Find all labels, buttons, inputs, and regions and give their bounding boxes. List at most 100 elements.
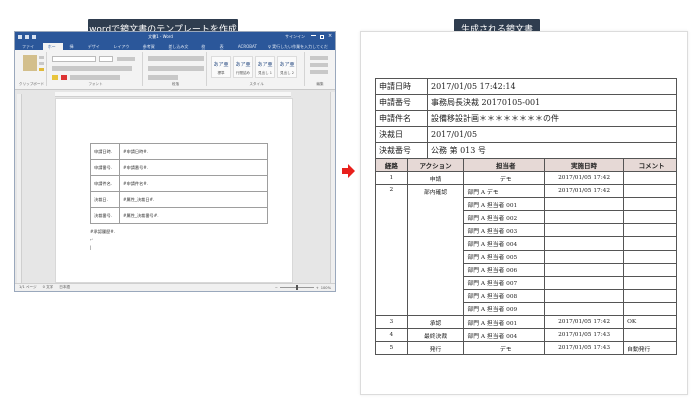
signin-link[interactable]: サインイン [285, 34, 305, 40]
assignee-cell: 部門 A 担当者 001 [463, 315, 545, 330]
table-row: 1 申請 デモ 2017/01/05 17:42 [375, 170, 677, 186]
style-sample: あア亜 [213, 62, 229, 68]
column-header: 実施日時 [543, 158, 625, 172]
route-cell: 5 [375, 341, 408, 356]
tab-design[interactable]: デザイン [83, 43, 108, 54]
style-normal[interactable]: あア亜 標準 [211, 56, 231, 78]
format-painter-icon[interactable] [39, 68, 44, 71]
minimize-icon[interactable] [311, 34, 316, 36]
template-placeholder[interactable]: #属性_決裁番号#. [119, 207, 268, 224]
font-size-select[interactable] [99, 56, 113, 62]
table-row: 決裁番号. #属性_決裁番号#. [90, 207, 268, 224]
comment-cell [623, 184, 677, 199]
tab-mailings[interactable]: 差し込み文書 [163, 43, 195, 54]
tab-insert[interactable]: 挿入 [64, 43, 81, 54]
font-size-buttons[interactable] [117, 57, 135, 61]
comment-cell [623, 249, 677, 264]
save-icon[interactable] [18, 34, 22, 39]
quick-access-toolbar [18, 34, 36, 39]
generated-document: 申請日時 2017/01/05 17:42:14 申請番号 事務局長決裁 20170… [360, 31, 688, 395]
action-cell: 申請 [406, 170, 465, 186]
datetime-cell [543, 223, 625, 238]
editing-label: 編集 [316, 82, 324, 86]
style-heading-2[interactable]: あア亜 見出し 2 [277, 56, 297, 78]
style-sample: あア亜 [257, 62, 273, 68]
datetime-cell: 2017/01/05 17:42 [543, 315, 625, 330]
datetime-cell [543, 210, 625, 225]
font-format-buttons[interactable] [52, 66, 132, 71]
assignee-cell: 部門 A 担当者 006 [463, 262, 545, 277]
list-buttons[interactable] [148, 56, 204, 61]
tell-me-box[interactable]: ♀ 実行したい作業を入力してください [263, 43, 335, 54]
info-value: 公務 第 013 号 [427, 142, 677, 159]
zoom-in-icon[interactable]: + [316, 286, 319, 290]
zoom-slider[interactable] [279, 285, 314, 290]
replace-button[interactable] [310, 63, 328, 67]
align-buttons[interactable] [148, 66, 204, 71]
zoom-out-icon[interactable]: − [275, 286, 278, 290]
tab-layout[interactable]: レイアウト [108, 43, 136, 54]
style-label: 見出し 1 [258, 71, 272, 75]
column-header: アクション [406, 158, 465, 172]
datetime-cell [543, 249, 625, 264]
tab-acrobat[interactable]: ACROBAT [233, 43, 262, 50]
comment-cell [623, 301, 677, 317]
undo-icon[interactable] [25, 34, 29, 39]
info-key: 決裁番号 [375, 142, 428, 159]
style-sample: あア亜 [235, 62, 251, 68]
find-button[interactable] [310, 56, 328, 60]
font-color-icon[interactable] [61, 75, 67, 80]
template-key[interactable]: 申請件名. [90, 175, 120, 192]
template-placeholder[interactable]: #申請番号#. [119, 159, 268, 176]
template-placeholder[interactable]: #属性_決裁日#. [119, 191, 268, 208]
comment-cell [623, 275, 677, 290]
template-placeholder[interactable]: #申請日時#. [119, 143, 268, 160]
tab-view[interactable]: 表示 [215, 43, 232, 54]
style-sample: あア亜 [279, 62, 295, 68]
font-effect-buttons[interactable] [70, 75, 120, 80]
datetime-cell [543, 301, 625, 317]
copy-icon[interactable] [39, 62, 44, 65]
vertical-scrollbar[interactable] [330, 92, 335, 283]
font-name-select[interactable] [52, 56, 96, 62]
style-heading-1[interactable]: あア亜 見出し 1 [255, 56, 275, 78]
assignee-cell: 部門 A 担当者 005 [463, 249, 545, 264]
datetime-cell: 2017/01/05 17:42 [543, 170, 625, 186]
comment-cell [623, 328, 677, 343]
template-table[interactable]: 申請日時. #申請日時#. 申請番号. #申請番号#. 申請件名. #申請件名#. 決… [90, 143, 268, 224]
template-key[interactable]: 申請番号. [90, 159, 120, 176]
template-placeholder[interactable]: #申請件名#. [119, 175, 268, 192]
datetime-cell [543, 288, 625, 303]
template-key[interactable]: 申請日時. [90, 143, 120, 160]
table-row: 申請日時. #申請日時#. [90, 143, 268, 160]
approval-history-placeholder[interactable]: #承認履歴#. [90, 229, 115, 235]
action-cell: 最終決裁 [406, 328, 465, 343]
tab-review[interactable]: 校閲 [196, 43, 213, 54]
assignee-cell: 部門 A 担当者 001 [463, 197, 545, 212]
tab-file[interactable]: ファイル [17, 43, 42, 54]
route-cell: 3 [375, 315, 408, 330]
assignee-cell: 部門 A 担当者 003 [463, 223, 545, 238]
template-key[interactable]: 決裁日. [90, 191, 120, 208]
word-window: 文書1 - Word サインイン × ファイル ホーム 挿入 デザイン レイアウ… [14, 31, 336, 292]
zoom-level[interactable]: 100% [321, 286, 331, 290]
maximize-icon[interactable] [320, 34, 324, 39]
table-row: 申請日時 2017/01/05 17:42:14 [375, 78, 677, 95]
table-row: 5 発行 デモ 2017/01/05 17:43 自動発行 [375, 341, 677, 356]
comment-cell: 自動発行 [623, 341, 677, 356]
tab-references[interactable]: 参考資料 [138, 43, 163, 54]
datetime-cell [543, 275, 625, 290]
template-key[interactable]: 決裁番号. [90, 207, 120, 224]
tab-home[interactable]: ホーム [42, 43, 64, 54]
select-button[interactable] [310, 70, 328, 74]
spacing-buttons[interactable] [148, 75, 178, 80]
document-page[interactable]: 申請日時. #申請日時#. 申請番号. #申請番号#. 申請件名. #申請件名#. 決… [55, 98, 293, 283]
style-no-spacing[interactable]: あア亜 行間詰め [233, 56, 253, 78]
highlight-icon[interactable] [52, 75, 58, 80]
paragraph-label: 段落 [171, 82, 180, 86]
cut-icon[interactable] [39, 56, 44, 59]
info-key: 申請件名 [375, 110, 428, 127]
paste-icon[interactable] [23, 55, 37, 71]
close-icon[interactable]: × [328, 33, 332, 39]
window-title: 文書1 - Word [148, 33, 173, 39]
